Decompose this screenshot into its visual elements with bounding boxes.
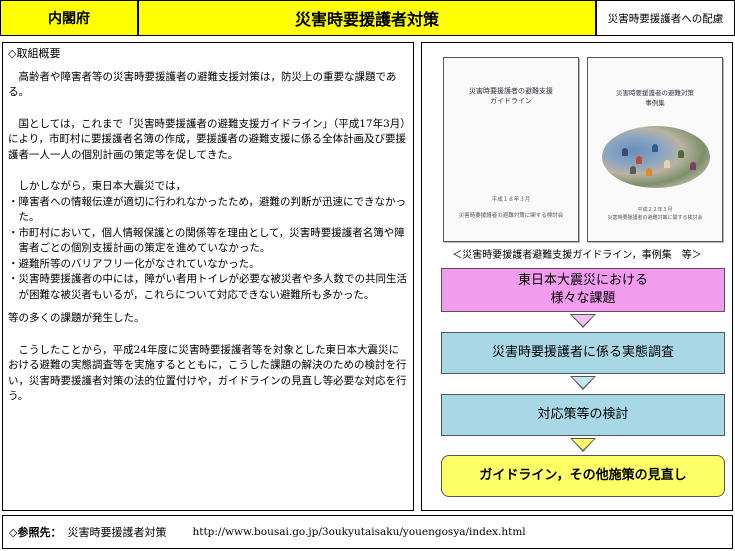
casebook-cover-title-1: 災害時要援護者の避難対策 xyxy=(616,89,694,97)
documents-caption: ＜災害時要援護者避難支援ガイドライン，事例集 等＞ xyxy=(452,250,702,261)
reference-bar: ◇参照先： 災害時要援護者対策 http://www.bousai.go.jp/… xyxy=(2,515,733,549)
overview-paragraph-3-intro: しかしながら，東日本大震災では， xyxy=(18,180,187,192)
casebook-document-cover: 災害時要援護者の避難対策 事例集 平成２２年３月 災害時要援護者の避難対策に関す… xyxy=(587,57,723,242)
flow-panel: 災害時要援護者の避難支援 ガイドライン 平成１８年３月 災害時要援護者の避難対策… xyxy=(421,42,733,511)
flow-arrow-1-fill xyxy=(572,315,594,326)
flow-step-study: 対応策等の検討 xyxy=(441,394,725,436)
guideline-cover-title-1: 災害時要援護者の避難支援 xyxy=(469,87,553,95)
flow-step-issues-line-2: 様々な課題 xyxy=(550,291,616,306)
overview-bullet-4: ・災害時要援護者の中には，障がい者用トイレが必要な被災者や多人数での共同生活が困… xyxy=(8,273,407,301)
flow-step-review: ガイドライン，その他施策の見直し xyxy=(441,455,725,497)
guideline-document-cover: 災害時要援護者の避難支援 ガイドライン 平成１８年３月 災害時要援護者の避難対策… xyxy=(443,57,579,242)
overview-panel: ◇取組概要 高齢者や障害者等の災害時要援護者の避難支援対策は，防災上の重要な課題… xyxy=(2,42,414,511)
overview-bullet-3: ・避難所等のバリアフリー化がなされていなかった。 xyxy=(8,257,260,270)
flow-step-issues: 東日本大震災における 様々な課題 xyxy=(441,268,725,312)
header-subtitle: 災害時要援護者への配慮 xyxy=(596,0,735,36)
overview-paragraph-5: こうしたことから，平成24年度に災害時要援護者等を対象とした東日本大震災における… xyxy=(8,343,407,403)
overview-section-title: ◇取組概要 xyxy=(8,47,61,60)
reference-label: ◇参照先： xyxy=(9,526,62,539)
evacuation-photo xyxy=(602,126,710,188)
flow-arrow-3-fill xyxy=(572,439,594,450)
reference-name: 災害時要援護者対策 xyxy=(67,526,167,539)
overview-paragraph-1: 高齢者や障害者等の災害時要援護者の避難支援対策は，防災上の重要な課題である。 xyxy=(8,70,397,99)
header-org: 内閣府 xyxy=(0,0,138,36)
guideline-cover-title-2: ガイドライン xyxy=(490,97,532,105)
flow-step-survey: 災害時要援護者に係る実態調査 xyxy=(441,332,725,374)
page-title: 災害時要援護者対策 xyxy=(138,0,596,36)
overview-paragraph-4: 等の多くの課題が発生した。 xyxy=(8,312,145,324)
overview-bullet-1: ・障害者への情報伝達が適切に行われなかったため，避難の判断が迅速にできなかった。 xyxy=(8,195,406,224)
casebook-cover-date: 平成２２年３月 xyxy=(637,207,673,213)
flow-step-issues-line-1: 東日本大震災における xyxy=(517,273,648,288)
casebook-cover-org: 災害時要援護者の避難対策に関する検討会 xyxy=(607,215,703,221)
flow-arrow-2-fill xyxy=(572,377,594,388)
overview-bullet-2: ・市町村において，個人情報保護との関係等を理由として，災害時要援護者名簿や障害者… xyxy=(8,226,405,255)
guideline-cover-date: 平成１８年３月 xyxy=(491,197,531,203)
guideline-cover-org: 災害時要援護者の避難対策に関する検討会 xyxy=(458,213,564,219)
overview-paragraph-2: 国としては，これまで「災害時要援護者の避難支援ガイドライン」（平成17年3月）に… xyxy=(8,117,407,161)
reference-link[interactable]: http://www.bousai.go.jp/3oukyutaisaku/yo… xyxy=(192,526,525,538)
casebook-cover-title-2: 事例集 xyxy=(645,99,665,107)
